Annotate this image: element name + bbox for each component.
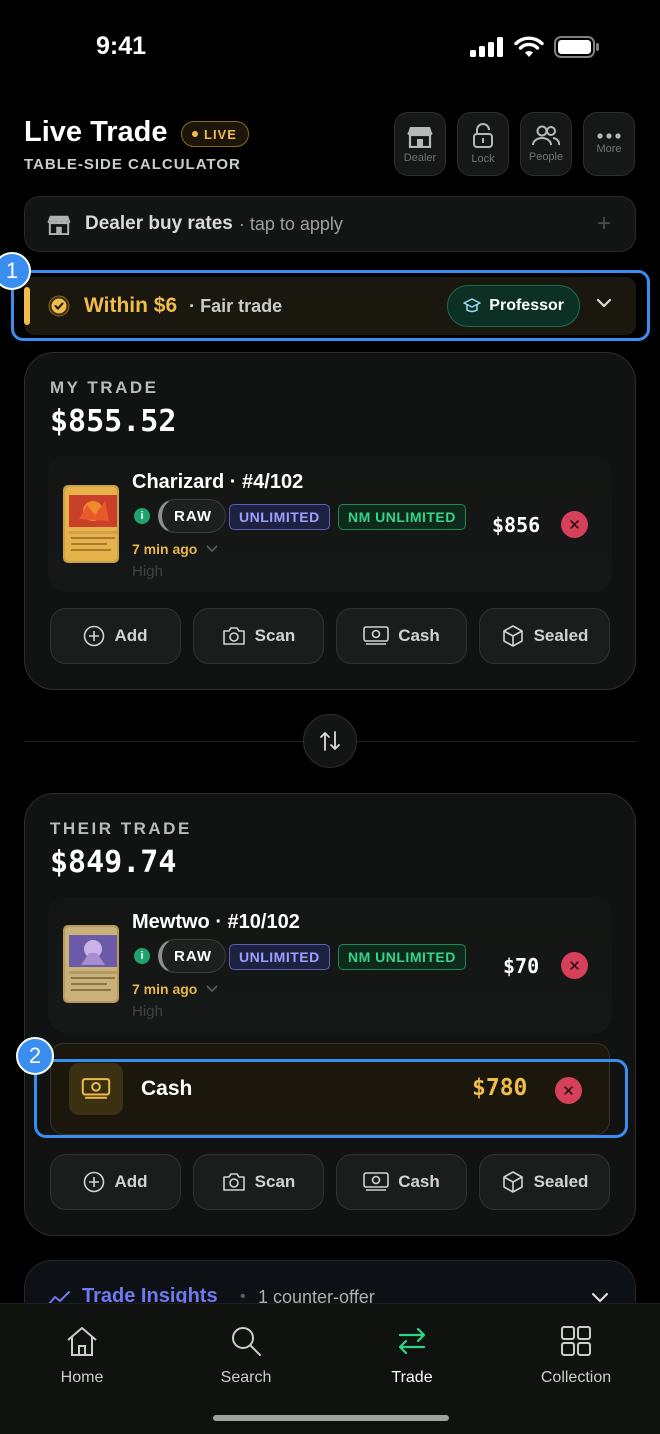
camera-icon (222, 627, 245, 645)
more-icon (597, 133, 621, 139)
charizard-card-image (63, 485, 119, 563)
scan-button[interactable]: Scan (193, 608, 324, 664)
tab-search[interactable]: Search (191, 1325, 301, 1387)
their-trade-label: THEIR TRADE (50, 819, 192, 838)
page-title: Live Trade (24, 116, 168, 148)
more-button[interactable]: More (583, 112, 635, 176)
lock-button-label: Lock (471, 153, 495, 165)
step-badge-2: 2 (16, 1037, 54, 1075)
my-trade-label: MY TRADE (50, 378, 159, 397)
condition-type-chip[interactable]: RAW (158, 499, 226, 533)
plus-circle-icon (84, 1171, 105, 1193)
card-name: Charizard · #4/102 (132, 471, 304, 493)
card-price: $70 (503, 954, 540, 978)
info-icon[interactable]: i (134, 508, 150, 524)
info-icon[interactable]: i (134, 948, 150, 964)
dealer-button[interactable]: Dealer (394, 112, 446, 176)
live-dot-icon (192, 131, 198, 137)
people-icon (532, 125, 560, 146)
condition-type-chip[interactable]: RAW (158, 939, 226, 973)
edition-chip[interactable]: UNLIMITED (229, 504, 330, 530)
dealer-rates-title: Dealer buy rates (85, 213, 233, 234)
box-icon (502, 625, 523, 647)
swap-icon (320, 731, 340, 751)
their-trade-total: $849.74 (50, 845, 177, 880)
add-dealer-rate-icon[interactable]: + (597, 210, 611, 238)
store-icon (407, 127, 433, 148)
dealer-button-label: Dealer (403, 152, 437, 164)
sealed-button-label: Sealed (533, 626, 589, 645)
tab-home[interactable]: Home (27, 1325, 137, 1387)
grade-chip[interactable]: NM UNLIMITED (338, 944, 466, 970)
cash-button[interactable]: Cash (336, 608, 467, 664)
cash-button-label: Cash (398, 1172, 440, 1191)
trade-icon (398, 1327, 426, 1355)
grade-chip[interactable]: NM UNLIMITED (338, 504, 466, 530)
battery-icon (554, 36, 599, 58)
camera-icon (222, 1173, 245, 1191)
mewtwo-card-image (63, 925, 119, 1003)
grid-icon (561, 1326, 591, 1356)
live-badge: LIVE (181, 121, 249, 147)
add-button-label: Add (114, 626, 148, 645)
my-trade-total: $855.52 (50, 404, 177, 439)
sealed-button-label: Sealed (533, 1172, 589, 1191)
price-source: High (132, 563, 163, 580)
highlight-outline-2 (34, 1059, 628, 1138)
price-source: High (132, 1003, 163, 1020)
tab-trade[interactable]: Trade (357, 1325, 467, 1387)
card-art-icon (65, 927, 117, 1001)
card-name: Mewtwo · #10/102 (132, 911, 300, 933)
search-icon (232, 1327, 261, 1356)
cash-icon (363, 626, 390, 645)
dealer-rates-hint: · tap to apply (238, 213, 343, 234)
chevron-down-icon (206, 545, 218, 553)
add-button-label: Add (114, 1172, 148, 1191)
add-button[interactable]: Add (50, 1154, 181, 1210)
live-badge-label: LIVE (204, 126, 237, 142)
tab-search-label: Search (220, 1369, 272, 1386)
tab-home-label: Home (60, 1369, 104, 1386)
box-icon (502, 1171, 523, 1193)
chevron-down-icon (206, 985, 218, 993)
store-icon (47, 215, 71, 235)
tab-collection[interactable]: Collection (521, 1325, 631, 1387)
plus-circle-icon (84, 625, 105, 647)
cash-button[interactable]: Cash (336, 1154, 467, 1210)
wifi-icon (514, 36, 544, 57)
tab-collection-label: Collection (540, 1369, 612, 1386)
swap-sides-button[interactable] (303, 714, 357, 768)
added-time: 7 min ago (132, 981, 198, 997)
status-time: 9:41 (96, 32, 147, 60)
sealed-button[interactable]: Sealed (479, 608, 610, 664)
scan-button[interactable]: Scan (193, 1154, 324, 1210)
edition-chip[interactable]: UNLIMITED (229, 944, 330, 970)
remove-card-button[interactable]: ✕ (561, 511, 588, 538)
people-button-label: People (528, 151, 564, 163)
remove-card-button[interactable]: ✕ (561, 952, 588, 979)
highlight-outline-1 (11, 270, 650, 341)
add-button[interactable]: Add (50, 608, 181, 664)
tab-trade-label: Trade (391, 1369, 433, 1386)
more-button-label: More (596, 143, 622, 155)
sealed-button[interactable]: Sealed (479, 1154, 610, 1210)
signal-icon (470, 37, 503, 57)
card-price: $856 (492, 513, 541, 537)
added-time: 7 min ago (132, 541, 198, 557)
status-icons (470, 36, 600, 58)
people-button[interactable]: People (520, 112, 572, 176)
scan-button-label: Scan (254, 1172, 296, 1191)
scan-button-label: Scan (254, 626, 296, 645)
home-indicator (213, 1415, 449, 1421)
cash-icon (363, 1172, 390, 1191)
lock-icon (473, 123, 493, 148)
cash-button-label: Cash (398, 626, 440, 645)
card-art-icon (65, 487, 117, 561)
lock-button[interactable]: Lock (457, 112, 509, 176)
page-subtitle: TABLE-SIDE CALCULATOR (24, 156, 241, 173)
home-icon (67, 1327, 97, 1356)
dealer-rates-row[interactable]: Dealer buy rates · tap to apply + (24, 196, 636, 252)
